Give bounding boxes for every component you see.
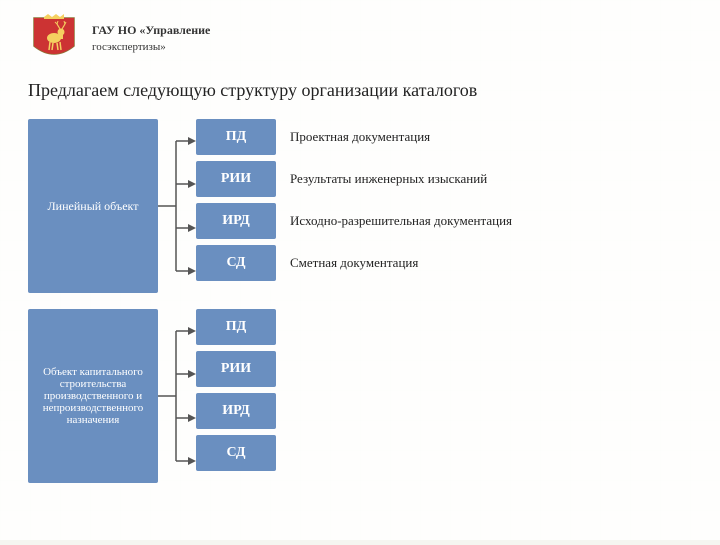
sub-items-linear: ПД РИИ ИРД СД [196,119,276,281]
labels-linear: Проектная документация Результаты инжене… [290,119,512,281]
connector-linear [158,119,196,293]
org-name: ГАУ НО «Управление госэкспертизы» [92,21,210,56]
sub-items-capital: ПД РИИ ИРД СД [196,309,276,471]
label-rii-1: Результаты инженерных изысканий [290,161,512,197]
page-title: Предлагаем следующую структуру организац… [28,80,692,101]
page-content: ГАУ НО «Управление госэкспертизы» Предла… [0,0,720,540]
diagram: Линейный объект [28,119,692,483]
connector-capital [158,309,196,483]
sub-box-sd-1: СД [196,245,276,281]
org-line1: ГАУ НО «Управление [92,21,210,39]
diagram-row-linear: Линейный объект [28,119,692,293]
header: ГАУ НО «Управление госэкспертизы» [28,12,692,70]
diagram-row-capital: Объект капитального строительства произв… [28,309,692,483]
category-box-linear: Линейный объект [28,119,158,293]
label-ird-1: Исходно-разрешительная документация [290,203,512,239]
sub-box-rii-1: РИИ [196,161,276,197]
sub-box-rii-2: РИИ [196,351,276,387]
category-box-capital: Объект капитального строительства произв… [28,309,158,483]
label-pd-1: Проектная документация [290,119,512,155]
sub-box-pd-1: ПД [196,119,276,155]
org-line2: госэкспертизы» [92,39,210,56]
label-sd-1: Сметная документация [290,245,512,281]
sub-box-ird-2: ИРД [196,393,276,429]
sub-box-ird-1: ИРД [196,203,276,239]
sub-box-pd-2: ПД [196,309,276,345]
logo-emblem [28,12,80,64]
sub-box-sd-2: СД [196,435,276,471]
